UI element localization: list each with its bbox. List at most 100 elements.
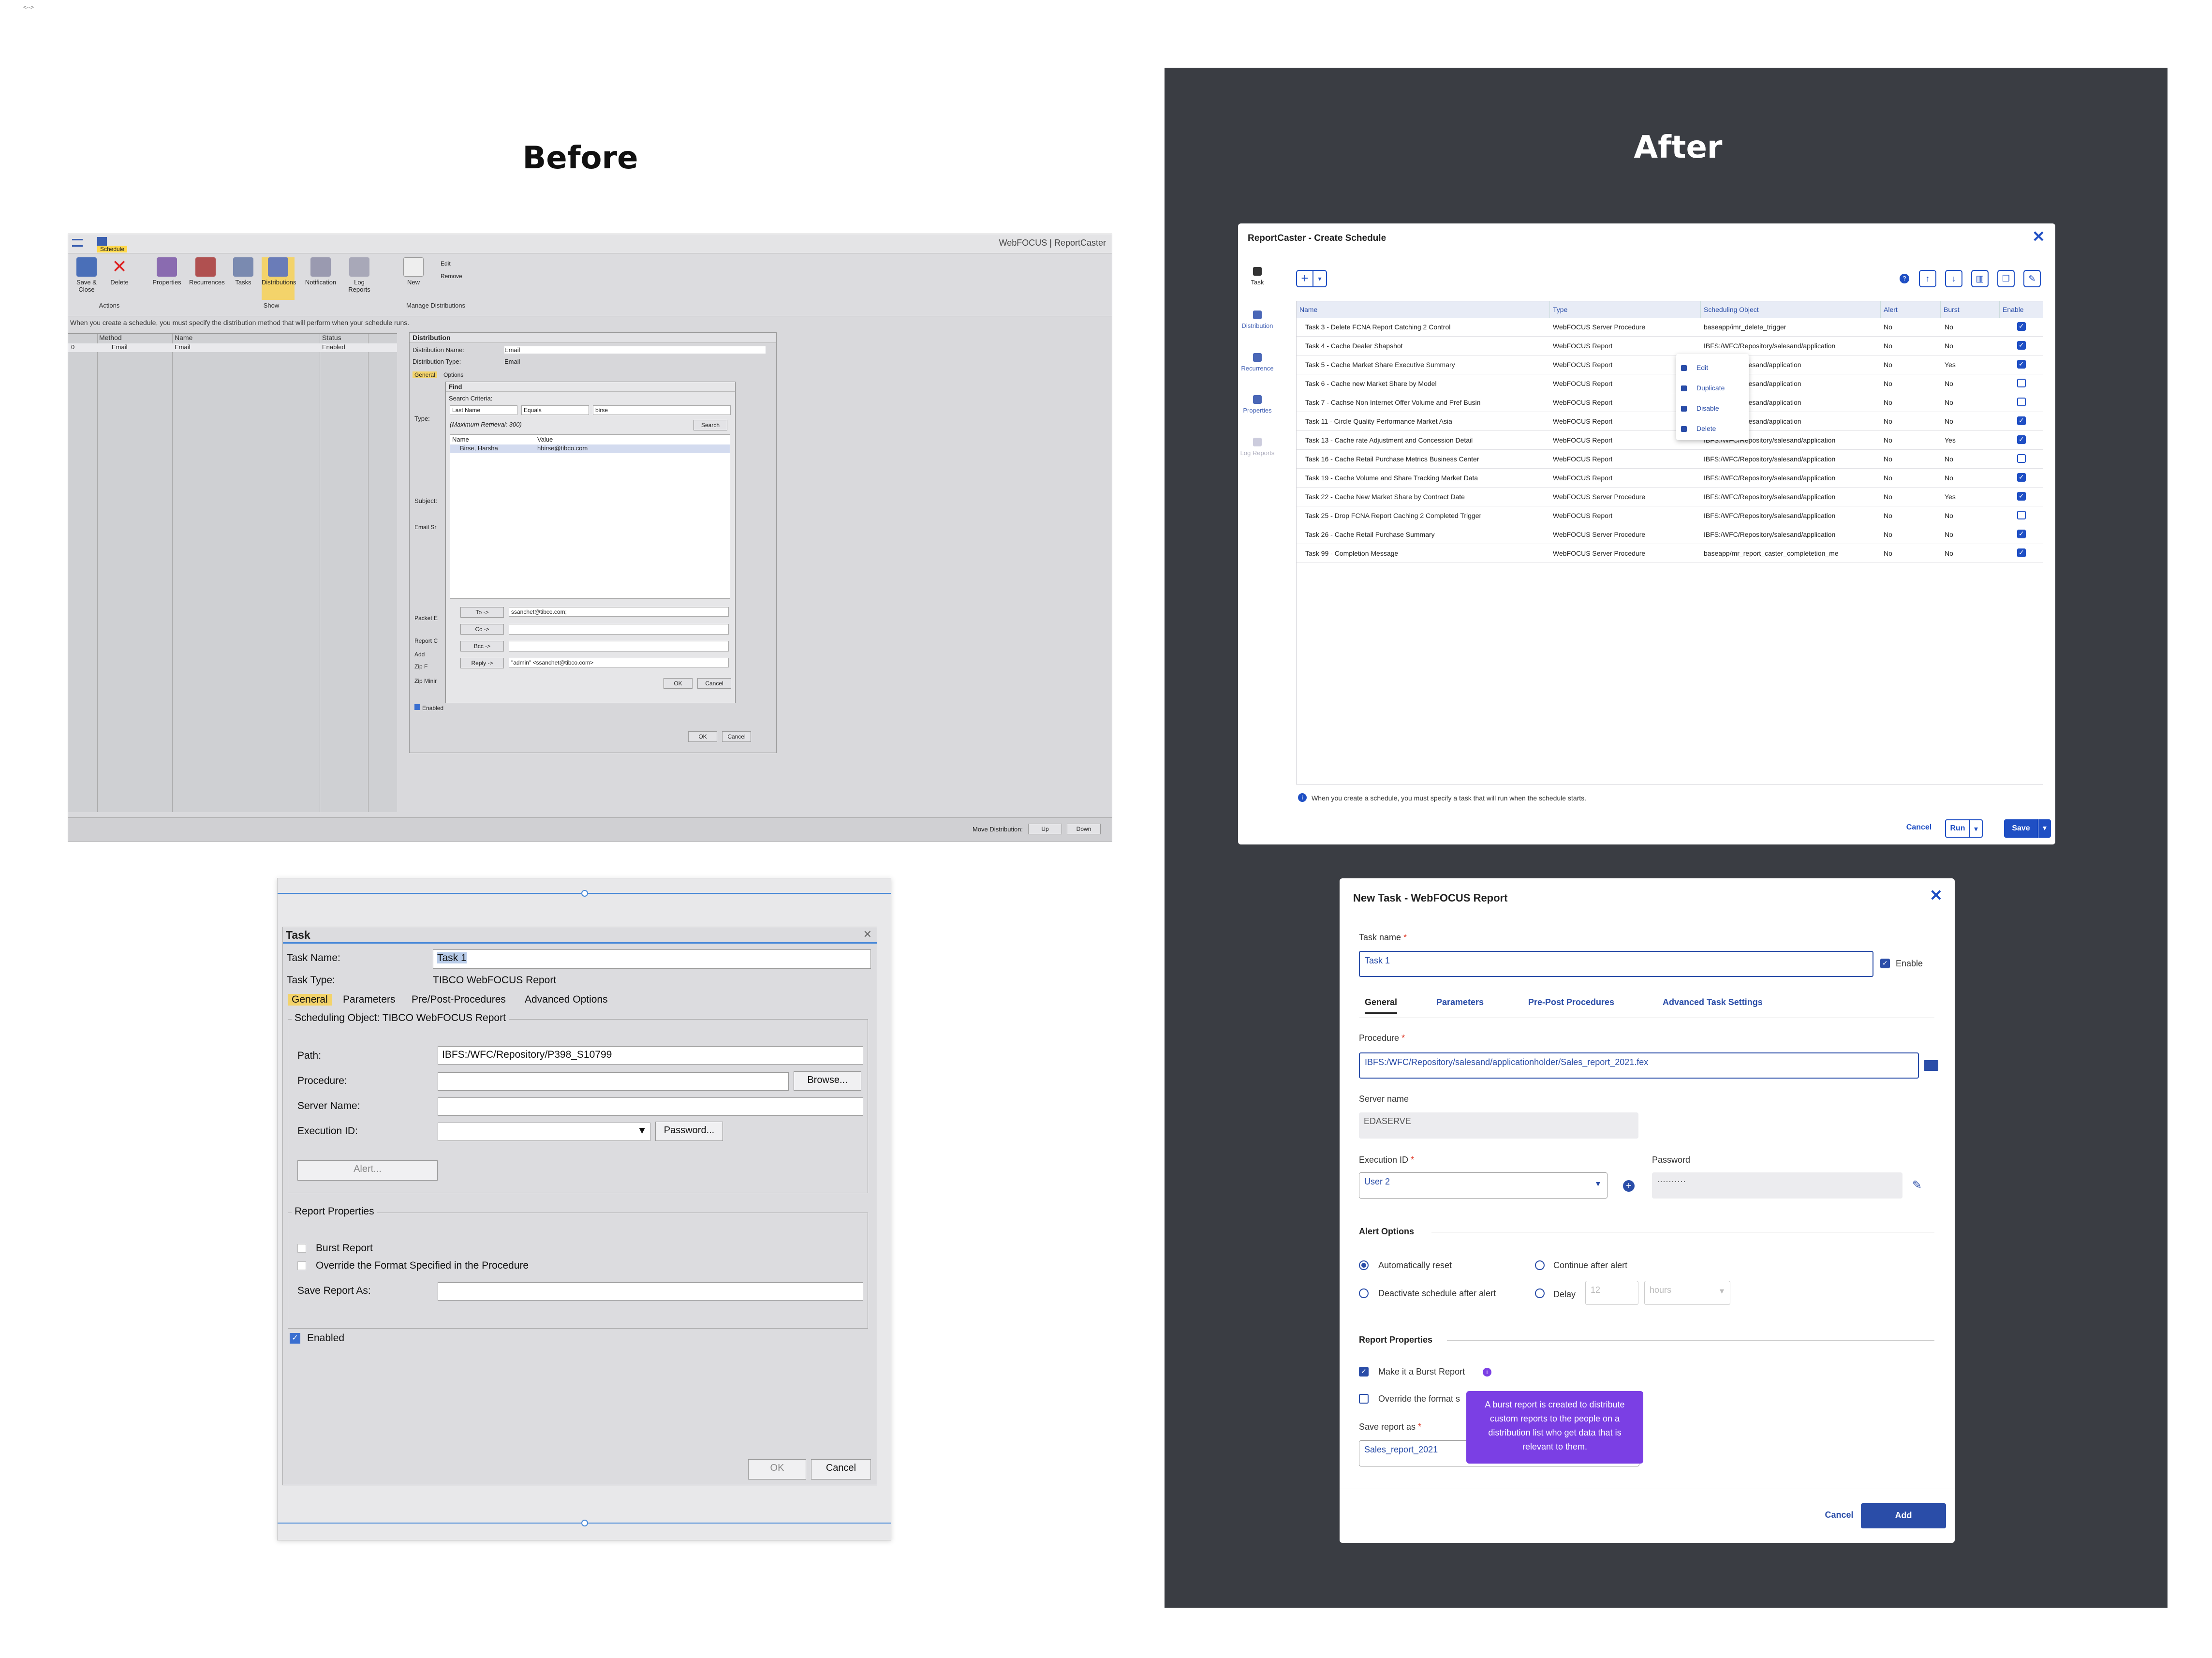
move-down-icon[interactable]: ↓	[1945, 270, 1962, 287]
up-button[interactable]: Up	[1028, 824, 1062, 834]
enabled-checkbox[interactable]: ✓ Enabled	[290, 1332, 344, 1344]
radio-deactivate[interactable]	[1359, 1288, 1369, 1298]
search-button[interactable]: Search	[693, 420, 727, 430]
reply-field[interactable]: "admin" <ssanchet@tibco.com>	[509, 658, 729, 667]
radio-delay[interactable]	[1535, 1288, 1545, 1298]
close-icon[interactable]: ✕	[2032, 227, 2045, 246]
delay-input[interactable]: 12	[1585, 1281, 1638, 1305]
table-row[interactable]: Task 11 - Circle Quality Performance Mar…	[1297, 412, 2043, 431]
properties-button[interactable]: Properties	[150, 257, 183, 286]
burst-checkbox[interactable]	[1359, 1367, 1369, 1377]
add-task-button[interactable]: +	[1296, 270, 1313, 287]
ok-button[interactable]: OK	[748, 1459, 806, 1480]
tab-general[interactable]: General	[1365, 997, 1398, 1014]
sidebar-item-properties[interactable]: Properties	[1238, 395, 1277, 414]
cc-field[interactable]	[509, 624, 729, 635]
task-name-input[interactable]: Task 1	[1359, 951, 1873, 977]
bcc-field[interactable]	[509, 641, 729, 651]
cancel-button[interactable]: Cancel	[811, 1459, 871, 1480]
tab-pre-post[interactable]: Pre/Post-Procedures	[412, 994, 506, 1006]
menu-item-duplicate[interactable]: Duplicate	[1681, 384, 1725, 392]
tasks-button[interactable]: Tasks	[227, 257, 260, 286]
enable-checkbox[interactable]	[2017, 322, 2026, 331]
resize-handle[interactable]	[581, 890, 588, 897]
to-field[interactable]: ssanchet@tibco.com;	[509, 607, 729, 617]
task-name-field[interactable]: Task 1	[433, 949, 871, 969]
table-row[interactable]: Task 22 - Cache New Market Share by Cont…	[1297, 488, 2043, 506]
col-scheduling-object[interactable]: Scheduling Object	[1701, 301, 1881, 318]
burst-checkbox[interactable]: Burst Report	[297, 1243, 373, 1254]
enable-checkbox[interactable]	[2017, 341, 2026, 350]
list-item[interactable]: Birse, Harsha hbirse@tibco.com	[450, 444, 730, 453]
sidebar-item-log-reports[interactable]: Log Reports	[1238, 438, 1277, 457]
down-button[interactable]: Down	[1067, 824, 1101, 834]
execution-id-select[interactable]: User 2 ▾	[1359, 1172, 1607, 1199]
new-button[interactable]: New	[397, 257, 430, 286]
col-burst[interactable]: Burst	[1941, 301, 2000, 318]
procedure-input[interactable]: IBFS:/WFC/Repository/salesand/applicatio…	[1359, 1052, 1919, 1079]
chevron-down-icon[interactable]: ▾	[1970, 819, 1983, 838]
enable-checkbox[interactable]	[2017, 416, 2026, 425]
table-row[interactable]: Task 3 - Delete FCNA Report Catching 2 C…	[1297, 318, 2043, 337]
path-field[interactable]: IBFS:/WFC/Repository/P398_S10799	[438, 1046, 863, 1065]
menu-icon[interactable]	[72, 239, 83, 247]
find-ok-button[interactable]: OK	[664, 678, 693, 689]
pencil-icon[interactable]: ✎	[1912, 1178, 1922, 1192]
col-name[interactable]: Name	[1297, 301, 1550, 318]
sidebar-item-task[interactable]: Task	[1238, 267, 1277, 286]
notification-button[interactable]: Notification	[304, 257, 337, 286]
save-close-button[interactable]: Save & Close	[70, 257, 103, 293]
enable-checkbox[interactable]	[2017, 398, 2026, 406]
tab-advanced[interactable]: Advanced Options	[525, 994, 608, 1006]
override-checkbox[interactable]: Override the Format Specified in the Pro…	[297, 1260, 529, 1272]
enable-checkbox[interactable]	[2017, 492, 2026, 501]
table-row[interactable]: Task 16 - Cache Retail Purchase Metrics …	[1297, 450, 2043, 469]
enable-checkbox[interactable]	[2017, 360, 2026, 369]
cancel-button[interactable]: Cancel	[1904, 823, 1933, 832]
run-button[interactable]: Run	[1945, 819, 1970, 838]
table-row[interactable]: Task 6 - Cache new Market Share by Model…	[1297, 374, 2043, 393]
menu-item-disable[interactable]: Disable	[1681, 404, 1719, 412]
tab-parameters[interactable]: Parameters	[343, 994, 396, 1006]
table-row[interactable]: Task 26 - Cache Retail Purchase Summary W…	[1297, 525, 2043, 544]
sidebar-item-distribution[interactable]: Distribution	[1238, 311, 1277, 329]
sidebar-item-recurrence[interactable]: Recurrence	[1238, 353, 1277, 372]
find-cancel-button[interactable]: Cancel	[697, 678, 731, 689]
tab-general[interactable]: General	[288, 994, 332, 1006]
enable-checkbox[interactable]	[2017, 473, 2026, 482]
delay-unit-select[interactable]: hours ▾	[1644, 1281, 1730, 1305]
to-button[interactable]: To ->	[460, 607, 504, 618]
chevron-down-icon[interactable]: ▾	[1313, 270, 1327, 287]
table-row[interactable]: Task 4 - Cache Dealer Shapshot WebFOCUS R…	[1297, 337, 2043, 355]
dist-name-field[interactable]: Email	[504, 346, 766, 354]
edit-button[interactable]: Edit	[441, 260, 451, 267]
enabled-checkbox[interactable]: Enabled	[414, 704, 443, 711]
info-icon[interactable]: i	[1483, 1368, 1491, 1377]
chevron-down-icon[interactable]: ▾	[2038, 819, 2051, 838]
folder-icon[interactable]	[1924, 1060, 1938, 1071]
cc-button[interactable]: Cc ->	[460, 624, 504, 635]
close-icon[interactable]: ✕	[1930, 886, 1943, 904]
dist-ok-button[interactable]: OK	[688, 731, 717, 742]
help-icon[interactable]: ?	[1900, 274, 1909, 283]
delete-button[interactable]: ✕ Delete	[103, 257, 136, 286]
operator-select[interactable]: Equals	[521, 405, 589, 415]
tab-schedule[interactable]: Schedule	[97, 246, 128, 252]
tab-options[interactable]: Options	[443, 371, 463, 378]
table-row[interactable]: Task 5 - Cache Market Share Executive Su…	[1297, 355, 2043, 374]
tab-general[interactable]: General	[413, 371, 437, 378]
tab-advanced-task-settings[interactable]: Advanced Task Settings	[1663, 997, 1763, 1007]
recurrences-button[interactable]: Recurrences	[189, 257, 225, 286]
copy-icon[interactable]: ❐	[1997, 270, 2015, 287]
col-alert[interactable]: Alert	[1881, 301, 1941, 318]
dist-cancel-button[interactable]: Cancel	[722, 731, 751, 742]
close-icon[interactable]: ✕	[863, 928, 872, 941]
tab-parameters[interactable]: Parameters	[1436, 997, 1484, 1007]
override-checkbox[interactable]	[1359, 1394, 1369, 1404]
add-button[interactable]: Add	[1861, 1503, 1946, 1528]
menu-item-edit[interactable]: Edit	[1681, 364, 1708, 371]
field-select[interactable]: Last Name	[450, 405, 517, 415]
trash-icon[interactable]: ▥	[1971, 270, 1989, 287]
save-button[interactable]: Save	[2004, 819, 2038, 838]
table-row[interactable]: Task 99 - Completion Message WebFOCUS Ser…	[1297, 544, 2043, 563]
